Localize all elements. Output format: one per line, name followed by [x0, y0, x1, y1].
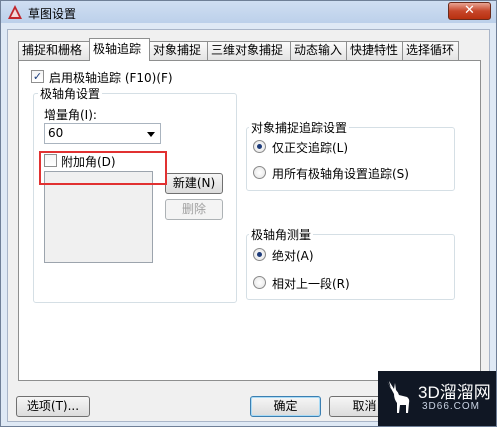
tab-3d-object-snap[interactable]: 三维对象捕捉	[207, 41, 291, 60]
orthogonal-tracking-radio[interactable]	[253, 140, 266, 153]
dialog-body: 捕捉和栅格 极轴追踪 对象捕捉 三维对象捕捉 动态输入 快捷特性 选择循环 ✓ …	[7, 29, 490, 422]
window-title: 草图设置	[28, 7, 77, 21]
delete-angle-button[interactable]: 删除	[165, 199, 223, 220]
watermark: 3D溜溜网 3D66.COM	[378, 371, 496, 426]
snap-tracking-title: 对象捕捉追踪设置	[249, 119, 350, 136]
angle-measurement-title: 极轴角测量	[249, 226, 314, 243]
watermark-main-text: 3D溜溜网	[418, 383, 491, 402]
absolute-label: 绝对(A)	[272, 249, 314, 263]
chevron-down-icon[interactable]	[147, 132, 155, 137]
sketch-settings-dialog: 草图设置 ✕ 捕捉和栅格 极轴追踪 对象捕捉 三维对象捕捉 动态输入 快捷特性 …	[0, 0, 497, 427]
tab-snap-grid[interactable]: 捕捉和栅格	[18, 41, 90, 60]
tab-quick-properties[interactable]: 快捷特性	[346, 41, 403, 60]
ok-button[interactable]: 确定	[250, 396, 321, 417]
polar-tracking-panel: ✓ 启用极轴追踪 (F10)(F) 极轴角设置 增量角(I): 60 附加角(D…	[18, 60, 481, 381]
new-angle-button[interactable]: 新建(N)	[165, 173, 223, 194]
increment-angle-label: 增量角(I):	[44, 108, 97, 122]
relative-last-segment-radio[interactable]	[253, 276, 266, 289]
title-bar[interactable]: 草图设置 ✕	[1, 1, 496, 23]
all-polar-tracking-label: 用所有极轴角设置追踪(S)	[272, 167, 409, 181]
absolute-radio[interactable]	[253, 248, 266, 261]
autocad-app-icon	[8, 5, 22, 19]
deer-logo-icon	[387, 381, 410, 413]
tab-polar-tracking[interactable]: 极轴追踪	[89, 38, 150, 61]
snap-tracking-group: 对象捕捉追踪设置 仅正交追踪(L) 用所有极轴角设置追踪(S)	[246, 119, 455, 191]
close-button[interactable]: ✕	[448, 2, 491, 20]
enable-polar-label: 启用极轴追踪 (F10)(F)	[49, 71, 173, 85]
tab-object-snap[interactable]: 对象捕捉	[149, 41, 208, 60]
relative-last-segment-label: 相对上一段(R)	[272, 277, 350, 291]
increment-angle-dropdown[interactable]: 60	[44, 123, 161, 144]
polar-angle-settings-group: 极轴角设置 增量角(I): 60 附加角(D) 新建(N) 删除	[33, 85, 237, 303]
orthogonal-tracking-label: 仅正交追踪(L)	[272, 141, 349, 155]
tab-selection-cycling[interactable]: 选择循环	[402, 41, 459, 60]
polar-angle-settings-title: 极轴角设置	[38, 85, 103, 102]
watermark-sub-text: 3D66.COM	[422, 401, 481, 412]
highlight-box	[39, 151, 167, 185]
options-button[interactable]: 选项(T)...	[16, 396, 90, 417]
increment-angle-value: 60	[48, 126, 64, 140]
all-polar-tracking-radio[interactable]	[253, 166, 266, 179]
angle-measurement-group: 极轴角测量 绝对(A) 相对上一段(R)	[246, 226, 455, 300]
tab-dynamic-input[interactable]: 动态输入	[290, 41, 347, 60]
enable-polar-checkbox[interactable]: ✓	[31, 70, 44, 83]
